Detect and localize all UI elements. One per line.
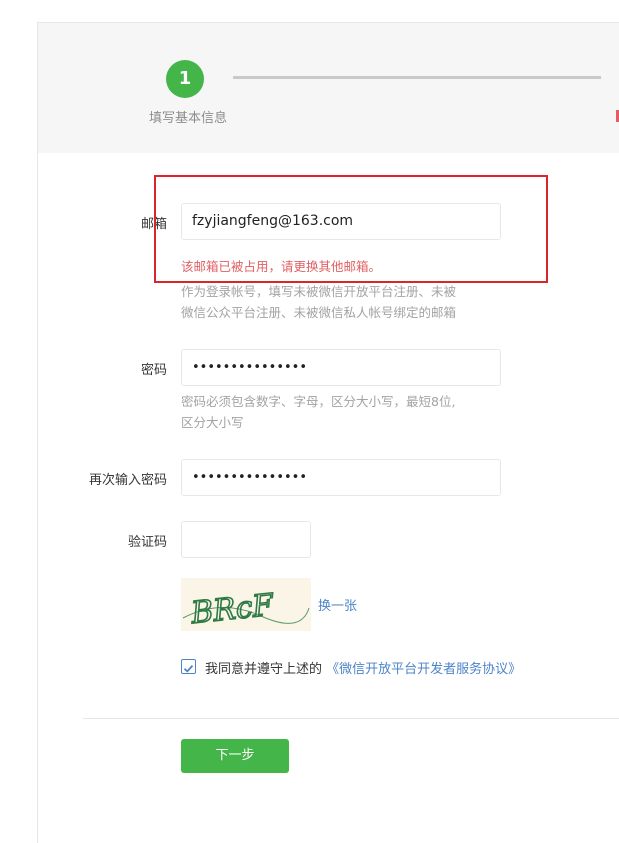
refresh-captcha-link[interactable]: 换一张	[318, 595, 357, 614]
agreement-link[interactable]: 《微信开放平台开发者服务协议》	[326, 662, 521, 677]
captcha-input[interactable]	[181, 521, 311, 558]
email-hint-line-1: 作为登录帐号，填写未被微信开放平台注册、未被	[181, 284, 457, 299]
password-hint-line-2: 区分大小写	[181, 415, 244, 430]
agreement-text: 我同意并遵守上述的 《微信开放平台开发者服务协议》	[205, 658, 521, 677]
captcha-text: BRcF	[189, 588, 277, 631]
step-1-label: 填写基本信息	[148, 111, 227, 126]
password-label: 密码	[140, 363, 167, 378]
captcha-image[interactable]: BRcF	[181, 578, 311, 632]
agreement-label: 我同意并遵守上述的	[205, 662, 323, 677]
progress-steps-bar	[38, 23, 619, 153]
step-1-indicator: 1	[166, 60, 204, 98]
email-label: 邮箱	[140, 217, 167, 232]
password-hint-line-1: 密码必须包含数字、字母，区分大小写，最短8位,	[181, 394, 456, 409]
confirm-password-field[interactable]: •••••••••••••••	[181, 459, 501, 496]
email-hint: 作为登录帐号，填写未被微信开放平台注册、未被 微信公众平台注册、未被微信私人帐号…	[181, 281, 511, 323]
next-step-button[interactable]: 下一步	[181, 739, 289, 773]
email-field[interactable]: fzyjiangfeng@163.com	[181, 203, 501, 240]
captcha-label: 验证码	[127, 535, 167, 550]
checkmark-icon	[183, 664, 194, 673]
email-error-message: 该邮箱已被占用，请更换其他邮箱。	[181, 259, 382, 274]
form-divider	[83, 718, 619, 719]
password-field[interactable]: •••••••••••••••	[181, 349, 501, 386]
confirm-password-label: 再次输入密码	[88, 473, 167, 488]
password-hint: 密码必须包含数字、字母，区分大小写，最短8位, 区分大小写	[181, 391, 511, 433]
step-progress-line	[233, 76, 601, 79]
agreement-checkbox[interactable]	[181, 659, 196, 674]
email-hint-line-2: 微信公众平台注册、未被微信私人帐号绑定的邮箱	[181, 305, 457, 320]
captcha-graphic: BRcF	[182, 587, 310, 632]
